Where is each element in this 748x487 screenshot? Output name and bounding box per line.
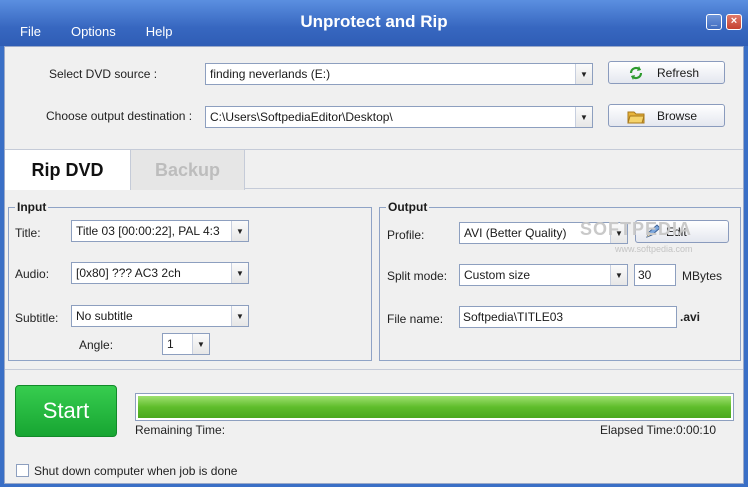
- destination-label: Choose output destination :: [46, 109, 193, 123]
- title-label: Title:: [15, 226, 41, 240]
- menu-help[interactable]: Help: [146, 24, 173, 39]
- browse-label: Browse: [657, 108, 698, 123]
- watermark-url: www.softpedia.com: [615, 244, 693, 254]
- refresh-label: Refresh: [657, 65, 700, 80]
- angle-label: Angle:: [79, 338, 114, 352]
- title-value: Title 03 [00:00:22], PAL 4:3: [76, 224, 220, 238]
- refresh-button[interactable]: Refresh: [608, 61, 725, 84]
- filename-label: File name:: [387, 312, 444, 326]
- progress-fill: [138, 396, 731, 418]
- profile-label: Profile:: [387, 228, 425, 242]
- chevron-down-icon: ▼: [192, 334, 209, 354]
- audio-label: Audio:: [15, 267, 50, 281]
- destination-value: C:\Users\SoftpediaEditor\Desktop\: [210, 110, 393, 124]
- shutdown-label: Shut down computer when job is done: [34, 464, 238, 478]
- title-select[interactable]: Title 03 [00:00:22], PAL 4:3 ▼: [71, 220, 249, 242]
- chevron-down-icon: ▼: [231, 306, 248, 326]
- dvd-source-select[interactable]: finding neverlands (E:) ▼: [205, 63, 593, 85]
- menu-bar: File Options Help: [0, 24, 183, 39]
- angle-select[interactable]: 1 ▼: [162, 333, 210, 355]
- browse-button[interactable]: Browse: [608, 104, 725, 127]
- subtitle-value: No subtitle: [76, 309, 133, 323]
- tab-rip-dvd[interactable]: Rip DVD: [5, 150, 131, 190]
- source-label: Select DVD source :: [49, 67, 158, 81]
- chevron-down-icon: ▼: [610, 265, 627, 285]
- subtitle-label: Subtitle:: [15, 311, 59, 325]
- chevron-down-icon: ▼: [231, 221, 248, 241]
- output-destination-select[interactable]: C:\Users\SoftpediaEditor\Desktop\ ▼: [205, 106, 593, 128]
- split-size-input[interactable]: 30: [634, 264, 676, 286]
- watermark: SOFTPEDIA: [580, 219, 693, 239]
- main-panel: Select DVD source : finding neverlands (…: [4, 46, 744, 484]
- chevron-down-icon: ▼: [575, 107, 592, 127]
- split-mode-select[interactable]: Custom size ▼: [459, 264, 628, 286]
- split-unit-label: MBytes: [682, 269, 723, 283]
- tab-bar: Rip DVD Backup: [5, 149, 743, 190]
- audio-value: [0x80] ??? AC3 2ch: [76, 266, 181, 280]
- input-group: Input Title: Title 03 [00:00:22], PAL 4:…: [8, 200, 372, 361]
- tab-backup[interactable]: Backup: [131, 150, 245, 190]
- audio-select[interactable]: [0x80] ??? AC3 2ch ▼: [71, 262, 249, 284]
- split-mode-value: Custom size: [464, 268, 531, 282]
- angle-value: 1: [167, 337, 174, 351]
- refresh-icon: [629, 65, 643, 80]
- divider: [5, 369, 743, 370]
- split-mode-label: Split mode:: [387, 269, 448, 283]
- dvd-source-value: finding neverlands (E:): [210, 67, 331, 81]
- minimize-button[interactable]: _: [706, 14, 722, 30]
- start-button[interactable]: Start: [15, 385, 117, 437]
- title-bar: Unprotect and Rip File Options Help _ ×: [0, 0, 748, 46]
- close-button[interactable]: ×: [726, 14, 742, 30]
- extension-label: .avi: [680, 310, 701, 324]
- menu-options[interactable]: Options: [71, 24, 116, 39]
- remaining-time-label: Remaining Time:: [135, 423, 226, 437]
- chevron-down-icon: ▼: [231, 263, 248, 283]
- folder-icon: [627, 111, 645, 123]
- subtitle-select[interactable]: No subtitle ▼: [71, 305, 249, 327]
- filename-input[interactable]: Softpedia\TITLE03: [459, 306, 677, 328]
- input-group-title: Input: [15, 200, 49, 214]
- menu-file[interactable]: File: [20, 24, 41, 39]
- shutdown-checkbox[interactable]: [16, 464, 29, 477]
- chevron-down-icon: ▼: [575, 64, 592, 84]
- progress-bar: [135, 393, 734, 421]
- elapsed-time-label: Elapsed Time:0:00:10: [600, 423, 717, 437]
- output-group-title: Output: [386, 200, 430, 214]
